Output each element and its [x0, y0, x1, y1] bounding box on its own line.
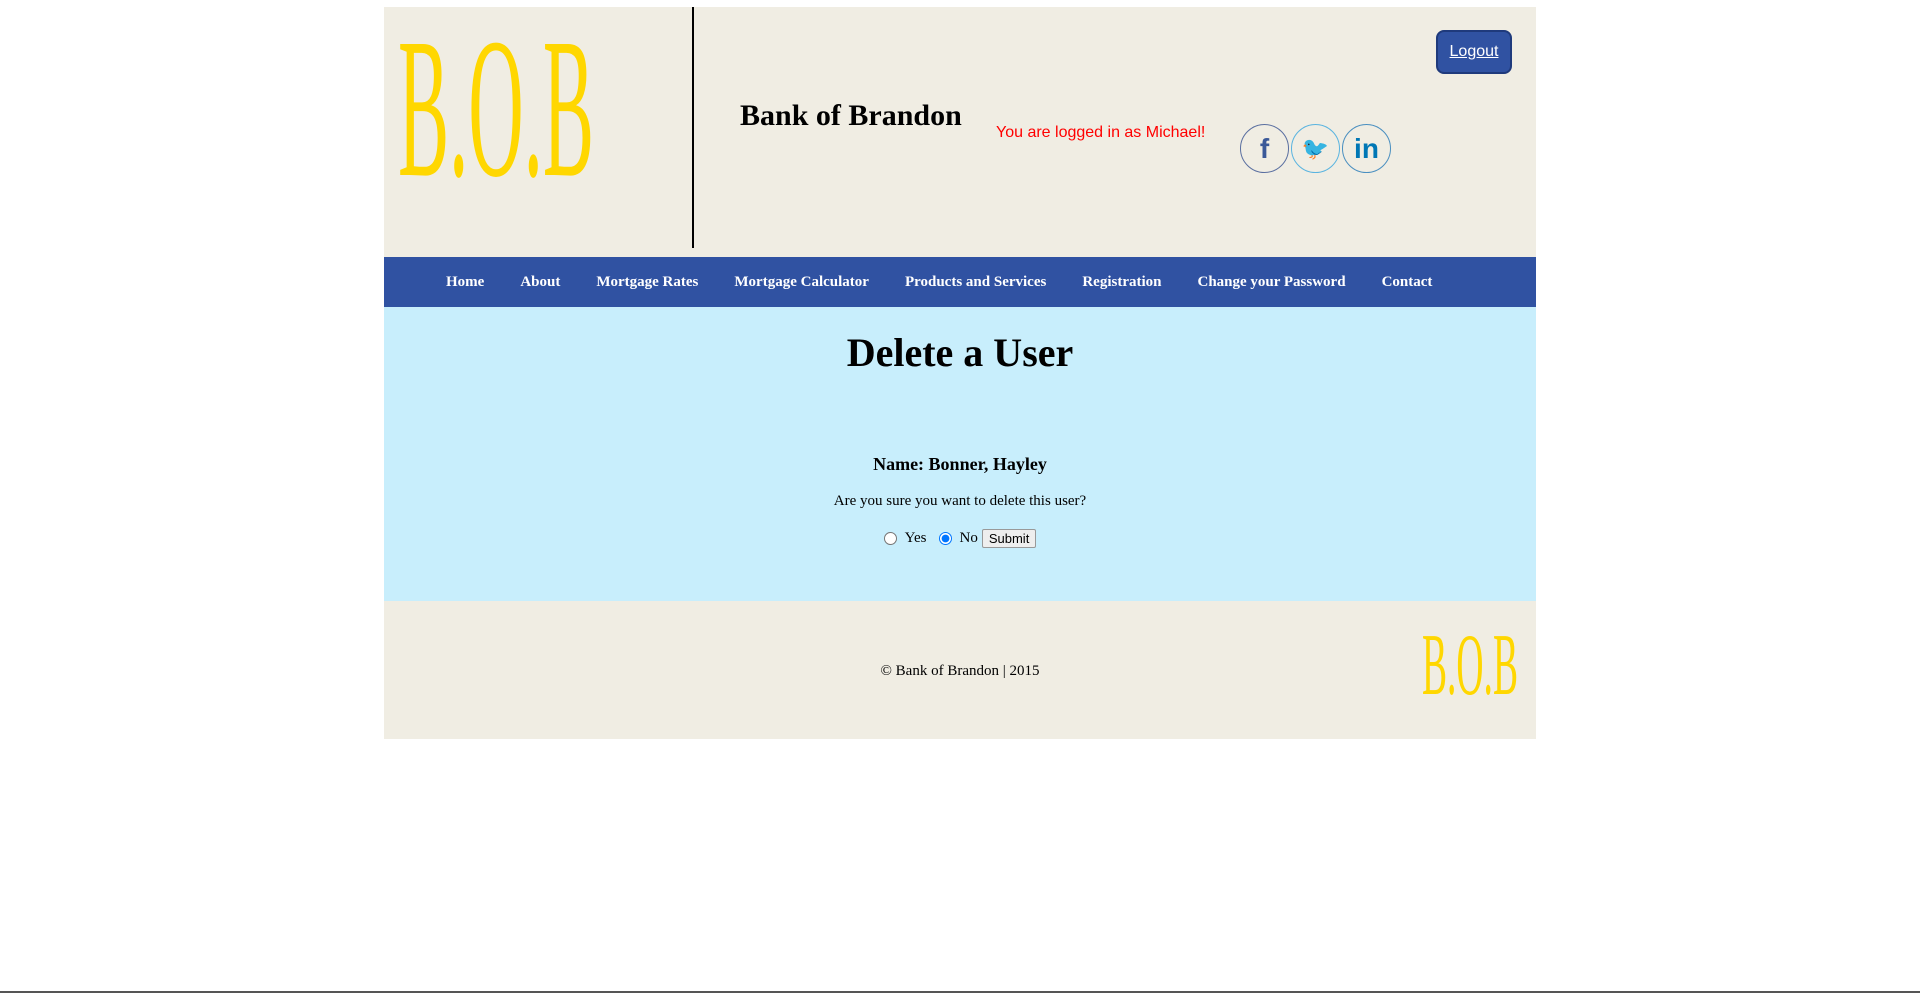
- page-title: Delete a User: [846, 330, 1074, 375]
- linkedin-icon[interactable]: in: [1342, 124, 1391, 173]
- nav-mortgage-calculator[interactable]: Mortgage Calculator: [734, 274, 869, 291]
- yes-label: Yes: [904, 530, 927, 546]
- submit-button[interactable]: Submit: [981, 529, 1037, 548]
- facebook-icon[interactable]: f: [1240, 124, 1289, 173]
- nav-registration[interactable]: Registration: [1082, 274, 1161, 291]
- header: B.O.B Bank of Brandon You are logged in …: [384, 7, 1536, 257]
- nav-contact[interactable]: Contact: [1382, 274, 1433, 291]
- logged-in-message: You are logged in as Michael!: [996, 124, 1206, 141]
- footer-logo: B.O.B: [1422, 626, 1518, 698]
- delete-form: Yes No Submit: [384, 529, 1536, 548]
- nav-mortgage-rates[interactable]: Mortgage Rates: [596, 274, 698, 291]
- no-label: No: [959, 530, 978, 546]
- twitter-icon[interactable]: 🐦: [1291, 124, 1340, 173]
- bob-logo: B.O.B: [398, 23, 594, 193]
- social-links: f 🐦 in: [1240, 124, 1391, 173]
- nav-about[interactable]: About: [520, 274, 560, 291]
- nav-home[interactable]: Home: [446, 274, 484, 291]
- confirm-question: Are you sure you want to delete this use…: [833, 493, 1087, 509]
- footer: © Bank of Brandon | 2015 B.O.B: [384, 601, 1536, 739]
- copyright: © Bank of Brandon | 2015: [880, 663, 1040, 679]
- main-nav: Home About Mortgage Rates Mortgage Calcu…: [384, 257, 1536, 307]
- logout-button[interactable]: Logout: [1436, 30, 1512, 74]
- svg-text:B.O.B: B.O.B: [398, 23, 594, 193]
- page-container: B.O.B Bank of Brandon You are logged in …: [384, 7, 1536, 739]
- svg-text:B.O.B: B.O.B: [1422, 626, 1518, 698]
- no-radio[interactable]: [938, 532, 952, 545]
- main-content: Delete a User Name: Bonner, Hayley Are y…: [384, 307, 1536, 601]
- nav-products-services[interactable]: Products and Services: [905, 274, 1046, 291]
- user-name: Name: Bonner, Hayley: [873, 454, 1047, 474]
- nav-change-password[interactable]: Change your Password: [1197, 274, 1345, 291]
- yes-radio[interactable]: [883, 532, 897, 545]
- brand-title: Bank of Brandon: [740, 99, 962, 132]
- header-divider: [692, 7, 694, 248]
